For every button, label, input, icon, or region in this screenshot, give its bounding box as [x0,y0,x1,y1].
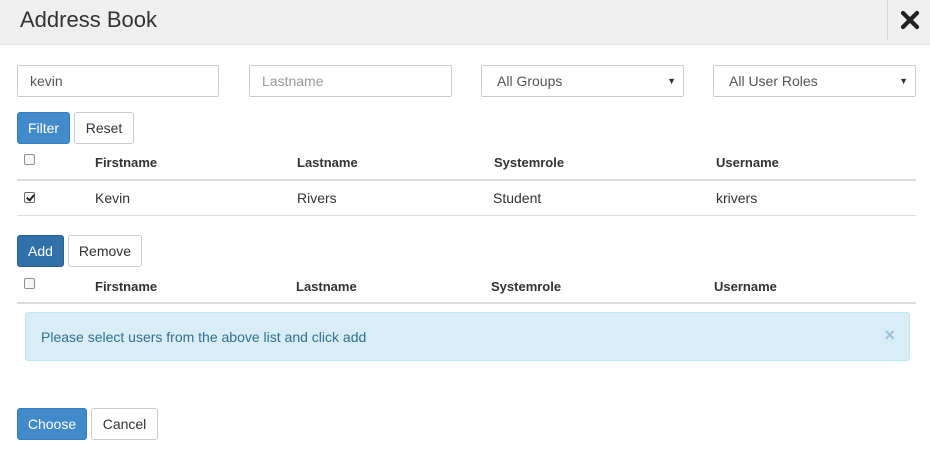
row-divider [17,215,916,216]
close-button[interactable] [887,0,930,40]
user-role-select-value: All User Roles [729,73,818,89]
dialog-title: Address Book [20,7,157,32]
remove-button[interactable]: Remove [68,235,142,267]
user-role-select[interactable]: All User Roles ▼ [713,65,916,97]
info-alert: Please select users from the above list … [25,312,910,361]
add-button[interactable]: Add [17,235,64,267]
close-icon [900,10,919,30]
selected-column-header-firstname: Firstname [95,279,158,294]
select-all-checkbox[interactable] [24,154,35,165]
chevron-down-icon: ▼ [899,76,908,86]
row-checkbox[interactable] [24,192,35,203]
cell-firstname: Kevin [95,190,131,206]
choose-button[interactable]: Choose [17,408,87,440]
selected-column-header-username: Username [714,279,777,294]
dialog-header: Address Book [0,0,930,45]
column-header-username: Username [716,155,779,170]
chevron-down-icon: ▼ [667,76,676,86]
firstname-filter-input[interactable] [17,65,219,97]
column-header-lastname: Lastname [297,155,358,170]
cancel-button[interactable]: Cancel [91,408,158,440]
selected-select-all-checkbox[interactable] [24,278,35,289]
cell-lastname: Rivers [297,190,337,206]
selected-column-header-systemrole: Systemrole [491,279,562,294]
filter-button[interactable]: Filter [17,112,70,144]
column-header-systemrole: Systemrole [494,155,565,170]
reset-button[interactable]: Reset [74,112,134,144]
selected-column-header-lastname: Lastname [296,279,357,294]
cell-username: krivers [716,190,758,206]
table-header-divider [17,179,916,181]
column-header-firstname: Firstname [95,155,158,170]
alert-close-icon[interactable]: × [884,326,895,344]
group-select[interactable]: All Groups ▼ [481,65,684,97]
group-select-value: All Groups [497,73,563,89]
lastname-filter-input[interactable] [249,65,452,97]
cell-systemrole: Student [493,190,542,206]
alert-message: Please select users from the above list … [41,329,367,345]
selected-table-header-divider [17,302,916,304]
